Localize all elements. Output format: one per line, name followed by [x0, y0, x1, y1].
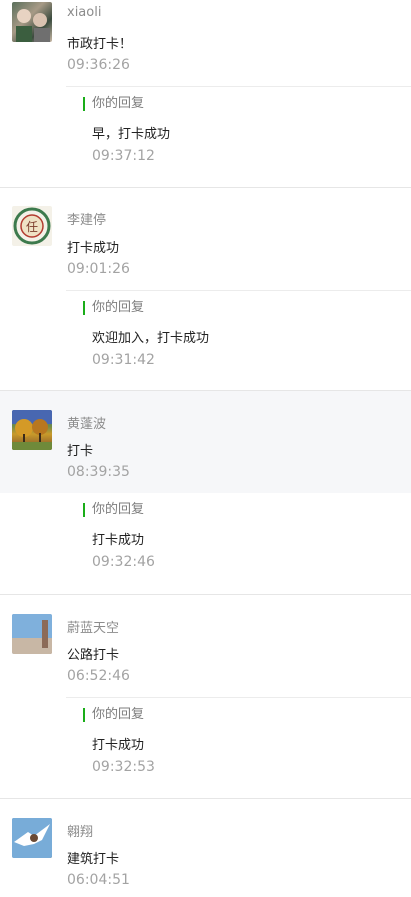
message[interactable]: 蔚蓝天空 公路打卡 06:52:46 — [0, 595, 411, 697]
avatar[interactable] — [12, 2, 52, 42]
sender-name: 李建停 — [67, 213, 107, 228]
reply-text: 打卡成功 — [92, 533, 145, 548]
avatar[interactable] — [12, 614, 52, 654]
sender-name: 蔚蓝天空 — [67, 621, 120, 636]
avatar-photo-children-icon — [16, 9, 50, 42]
message[interactable]: xiaoli 市政打卡！ 09:36:26 — [0, 0, 411, 86]
reply-label: 你的回复 — [83, 97, 144, 111]
reply: 你的回复 早，打卡成功 09:37:12 — [66, 86, 411, 187]
message-entry: 翱翔 建筑打卡 06:04:51 — [0, 799, 411, 897]
reply-label: 你的回复 — [83, 503, 144, 517]
message-entry: 任 李建停 打卡成功 09:01:26 你的回复 欢迎加入，打卡成功 09:31… — [0, 188, 411, 391]
sender-name: 黄蓬波 — [67, 417, 107, 432]
avatar[interactable] — [12, 410, 52, 450]
reply-time: 09:37:12 — [92, 148, 155, 164]
reply: 你的回复 打卡成功 09:32:53 — [66, 697, 411, 798]
message[interactable]: 黄蓬波 打卡 08:39:35 — [0, 391, 411, 493]
reply-text: 打卡成功 — [92, 738, 145, 753]
message-text: 市政打卡！ — [67, 37, 133, 52]
reply-time: 09:32:53 — [92, 759, 155, 775]
message-time: 06:04:51 — [67, 872, 130, 888]
message-text: 建筑打卡 — [67, 852, 120, 867]
avatar[interactable]: 任 — [12, 206, 52, 246]
message-time: 08:39:35 — [67, 464, 130, 480]
message-text: 打卡 — [67, 444, 94, 459]
reply-text: 欢迎加入，打卡成功 — [92, 331, 210, 346]
sender-name: 翱翔 — [67, 825, 94, 840]
message[interactable]: 翱翔 建筑打卡 06:04:51 — [0, 799, 411, 897]
message-entry: 黄蓬波 打卡 08:39:35 你的回复 打卡成功 09:32:46 — [0, 391, 411, 595]
message-entry: 蔚蓝天空 公路打卡 06:52:46 你的回复 打卡成功 09:32:53 — [0, 595, 411, 799]
reply: 你的回复 欢迎加入，打卡成功 09:31:42 — [66, 290, 411, 391]
message-time: 09:01:26 — [67, 261, 130, 277]
reply: 你的回复 打卡成功 09:32:46 — [66, 493, 411, 593]
message-time: 09:36:26 — [67, 57, 130, 73]
reply-time: 09:31:42 — [92, 352, 155, 368]
avatar-emblem-icon: 任 — [13, 207, 51, 245]
svg-text:任: 任 — [26, 220, 38, 234]
message-text: 打卡成功 — [67, 241, 120, 256]
reply-label: 你的回复 — [83, 708, 144, 722]
reply-time: 09:32:46 — [92, 554, 155, 570]
avatar-sky-building-icon — [12, 614, 52, 654]
message-text: 公路打卡 — [67, 648, 120, 663]
message-time: 06:52:46 — [67, 668, 130, 684]
reply-label: 你的回复 — [83, 301, 144, 315]
reply-text: 早，打卡成功 — [92, 127, 171, 142]
avatar[interactable] — [12, 818, 52, 858]
message-feed: xiaoli 市政打卡！ 09:36:26 你的回复 早，打卡成功 09:37:… — [0, 0, 411, 897]
sender-name: xiaoli — [67, 5, 102, 20]
message[interactable]: 任 李建停 打卡成功 09:01:26 — [0, 188, 411, 290]
message-entry: xiaoli 市政打卡！ 09:36:26 你的回复 早，打卡成功 09:37:… — [0, 0, 411, 188]
avatar-autumn-trees-icon — [12, 410, 52, 450]
avatar-eagle-icon — [12, 818, 52, 858]
